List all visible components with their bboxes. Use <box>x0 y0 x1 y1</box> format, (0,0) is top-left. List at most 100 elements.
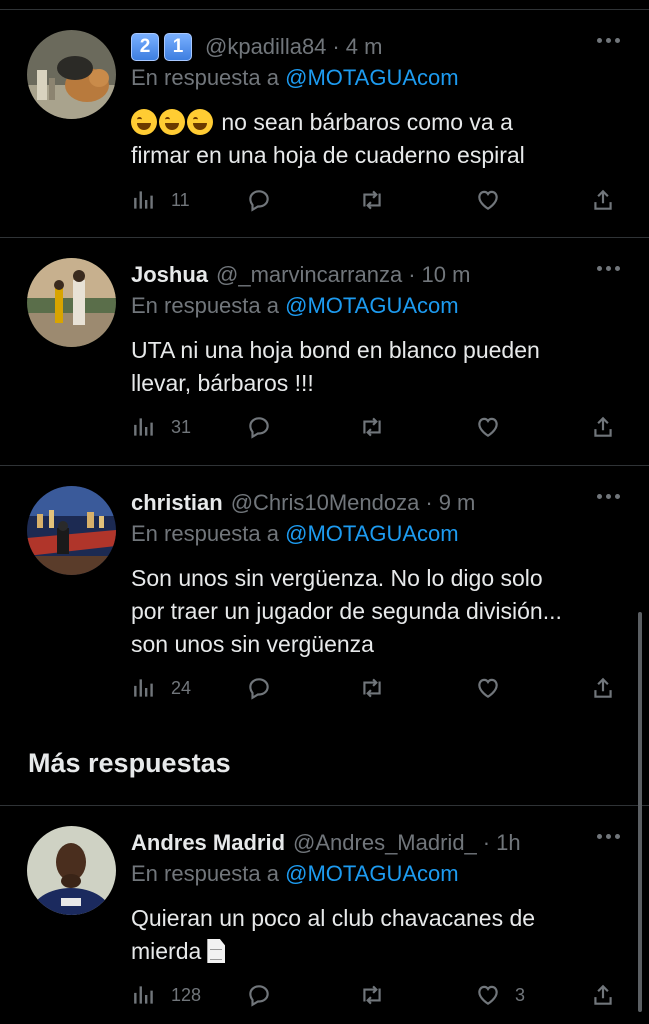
like-icon <box>478 678 498 698</box>
reply-button[interactable] <box>246 673 272 703</box>
separator-dot: · <box>408 262 416 287</box>
timestamp[interactable]: 4 m <box>346 34 383 60</box>
views-button[interactable]: 24 <box>131 673 191 703</box>
more-icon[interactable] <box>597 266 620 271</box>
tweet-text-line: por traer un jugador de segunda división… <box>131 598 562 624</box>
share-button[interactable] <box>590 980 616 1010</box>
reply-context: En respuesta a @MOTAGUAcom <box>131 65 459 91</box>
laughing-emoji-icon <box>187 109 213 135</box>
reply-context: En respuesta a @MOTAGUAcom <box>131 293 459 319</box>
mention-link[interactable]: @MOTAGUAcom <box>285 293 459 318</box>
views-icon <box>134 418 153 436</box>
tweet-header: 2 1 @kpadilla84 · 4 m <box>131 30 382 64</box>
tweet-text-line: Quieran un poco al club chavacanes de <box>131 905 536 931</box>
tweet-header: christian @Chris10Mendoza · 9 m <box>131 486 475 520</box>
display-name[interactable]: Joshua <box>131 262 208 288</box>
tweet-actions: 24 <box>131 673 621 703</box>
separator-dot: · <box>425 490 433 515</box>
like-button[interactable] <box>475 412 501 442</box>
share-icon <box>594 677 612 698</box>
separator-dot: · <box>482 830 491 855</box>
views-button[interactable]: 31 <box>131 412 191 442</box>
reply-icon <box>249 190 269 212</box>
tweet-text-segment: mierda <box>131 938 202 964</box>
retweet-button[interactable] <box>359 185 385 215</box>
retweet-icon <box>363 678 381 698</box>
divider <box>0 9 649 10</box>
retweet-icon <box>363 417 381 437</box>
display-name[interactable]: Andres Madrid <box>131 830 285 856</box>
user-handle[interactable]: @Chris10Mendoza <box>231 490 420 516</box>
more-icon[interactable] <box>597 494 620 499</box>
retweet-button[interactable] <box>359 412 385 442</box>
reply-button[interactable] <box>246 185 272 215</box>
player-avatar-image <box>27 826 116 915</box>
tweet-text-segment: no sean bárbaros como va a <box>221 109 513 135</box>
views-icon <box>134 679 153 697</box>
tweet-text: no sean bárbaros como va a firmar en una… <box>131 106 621 172</box>
tweet-header: Joshua @_marvincarranza · 10 m <box>131 258 470 292</box>
mention-link[interactable]: @MOTAGUAcom <box>285 861 459 886</box>
tweet-text-line: llevar, bárbaros !!! <box>131 370 314 396</box>
tweet-header: Andres Madrid @Andres_Madrid_ · 1h <box>131 826 521 860</box>
avatar[interactable] <box>27 258 116 347</box>
tweet-actions: 31 <box>131 412 621 442</box>
share-button[interactable] <box>590 412 616 442</box>
keycap-emoji-badges: 2 1 <box>131 33 197 61</box>
timestamp[interactable]: 10 m <box>422 262 471 288</box>
reply-context: En respuesta a @MOTAGUAcom <box>131 861 459 887</box>
tweet-text: Son unos sin vergüenza. No lo digo solo … <box>131 562 621 661</box>
tweet-text-line: mierda <box>131 935 621 968</box>
like-button[interactable] <box>475 673 501 703</box>
reply-icon <box>249 417 269 439</box>
avatar[interactable] <box>27 826 116 915</box>
user-handle[interactable]: @Andres_Madrid_ <box>293 830 477 856</box>
tweet-actions: 128 3 <box>131 980 621 1010</box>
views-button[interactable]: 11 <box>131 185 190 215</box>
avatar[interactable] <box>27 486 116 575</box>
views-count: 31 <box>171 416 192 437</box>
reply-button[interactable] <box>246 412 272 442</box>
divider <box>0 465 649 466</box>
timestamp[interactable]: 9 m <box>439 490 476 516</box>
share-icon <box>594 189 612 210</box>
like-button[interactable]: 3 <box>475 980 525 1010</box>
views-icon <box>134 986 153 1004</box>
scrollbar[interactable] <box>638 612 642 1012</box>
views-button[interactable]: 128 <box>131 980 201 1010</box>
share-icon <box>594 416 612 437</box>
family-walk-avatar-image <box>27 258 116 347</box>
tweet-text-line: UTA ni una hoja bond en blanco pueden <box>131 337 540 363</box>
timestamp[interactable]: 1h <box>496 830 520 856</box>
user-handle[interactable]: @_marvincarranza <box>216 262 402 288</box>
mention-link[interactable]: @MOTAGUAcom <box>285 521 459 546</box>
like-button[interactable] <box>475 185 501 215</box>
share-icon <box>594 984 612 1005</box>
views-count: 24 <box>171 677 192 698</box>
divider <box>0 237 649 238</box>
retweet-button[interactable] <box>359 673 385 703</box>
city-night-avatar-image <box>27 486 116 575</box>
more-icon[interactable] <box>597 834 620 839</box>
likes-count: 3 <box>515 984 526 1005</box>
like-icon <box>478 190 498 210</box>
dog-avatar-image <box>27 30 116 119</box>
mention-link[interactable]: @MOTAGUAcom <box>285 65 459 90</box>
reply-button[interactable] <box>246 980 272 1010</box>
laughing-emoji-icon <box>131 109 157 135</box>
reply-icon <box>249 678 269 700</box>
user-handle[interactable]: @kpadilla84 <box>205 34 326 60</box>
avatar[interactable] <box>27 30 116 119</box>
tweet-text-line: Son unos sin vergüenza. No lo digo solo <box>131 565 543 591</box>
reply-prefix: En respuesta a <box>131 65 279 90</box>
retweet-button[interactable] <box>359 980 385 1010</box>
display-name[interactable]: christian <box>131 490 223 516</box>
share-button[interactable] <box>590 185 616 215</box>
laughing-emoji-icon <box>159 109 185 135</box>
share-button[interactable] <box>590 673 616 703</box>
like-icon <box>478 417 498 437</box>
more-icon[interactable] <box>597 38 620 43</box>
views-count: 11 <box>171 189 190 210</box>
retweet-icon <box>363 985 381 1005</box>
tweet-text-line: firmar en una hoja de cuaderno espiral <box>131 142 525 168</box>
